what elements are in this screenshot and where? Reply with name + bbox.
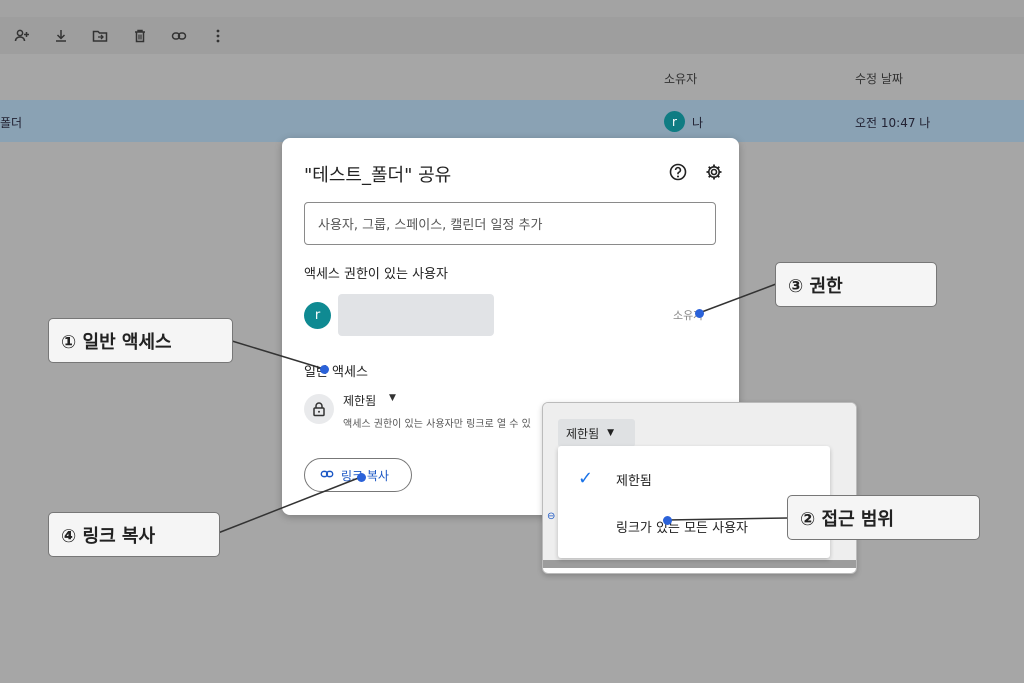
menu-item-anyone-with-link[interactable]: 링크가 있는 모든 사용자 <box>616 517 748 536</box>
link-icon[interactable] <box>169 27 189 45</box>
check-icon: ✓ <box>578 468 594 489</box>
dropdown-selected-label: 제한됨 <box>566 426 600 441</box>
file-modified-date: 오전 10:47 나 <box>855 116 931 130</box>
file-name: 폴더 <box>0 116 23 130</box>
lock-icon <box>304 394 334 424</box>
callout-scope: ② 접근 범위 <box>787 495 980 540</box>
modified-column-header[interactable]: 수정 날짜 <box>855 70 903 87</box>
callout-marker <box>320 365 329 374</box>
add-people-input[interactable]: 사용자, 그룹, 스페이스, 캘린더 일정 추가 <box>304 202 716 245</box>
dropdown-bottom-band <box>543 560 856 568</box>
link-icon <box>320 467 334 484</box>
people-with-access-heading: 액세스 권한이 있는 사용자 <box>304 267 448 282</box>
top-band <box>0 0 1024 17</box>
gear-icon[interactable] <box>704 162 724 182</box>
user-info-redacted <box>338 294 494 336</box>
toolbar <box>0 17 1024 54</box>
callout-copy-link: ④ 링크 복사 <box>48 512 220 557</box>
callout-permission: ③ 권한 <box>775 262 937 307</box>
link-icon: ⊖ <box>547 511 556 522</box>
move-to-folder-icon[interactable] <box>90 27 110 45</box>
callout-marker <box>695 309 704 318</box>
access-dropdown-trigger[interactable]: 제한됨 ▼ <box>558 419 635 447</box>
add-person-icon[interactable] <box>12 27 32 45</box>
file-owner: 나 <box>692 116 704 130</box>
help-icon[interactable] <box>668 162 688 182</box>
access-dropdown-zoom: ⊖ 제한됨 ▼ ✓ 제한됨 링크가 있는 모든 사용자 <box>542 402 857 574</box>
chevron-down-icon[interactable]: ▼ <box>389 393 396 403</box>
access-description: 액세스 권한이 있는 사용자만 링크로 열 수 있 <box>343 419 531 430</box>
user-avatar: r <box>304 302 331 329</box>
callout-marker <box>663 516 672 525</box>
dialog-title: "테스트_폴더" 공유 <box>304 165 452 186</box>
avatar: r <box>664 111 685 132</box>
download-icon[interactable] <box>51 27 71 45</box>
menu-item-restricted[interactable]: 제한됨 <box>616 470 652 489</box>
callout-marker <box>357 473 366 482</box>
access-level-select[interactable]: 제한됨 <box>343 392 376 409</box>
more-vert-icon[interactable] <box>208 27 228 45</box>
callout-general-access: ① 일반 액세스 <box>48 318 233 363</box>
trash-icon[interactable] <box>130 27 150 45</box>
general-access-heading: 일반 액세스 <box>304 365 368 380</box>
owner-column-header[interactable]: 소유자 <box>664 70 697 87</box>
chevron-down-icon: ▼ <box>607 428 615 438</box>
